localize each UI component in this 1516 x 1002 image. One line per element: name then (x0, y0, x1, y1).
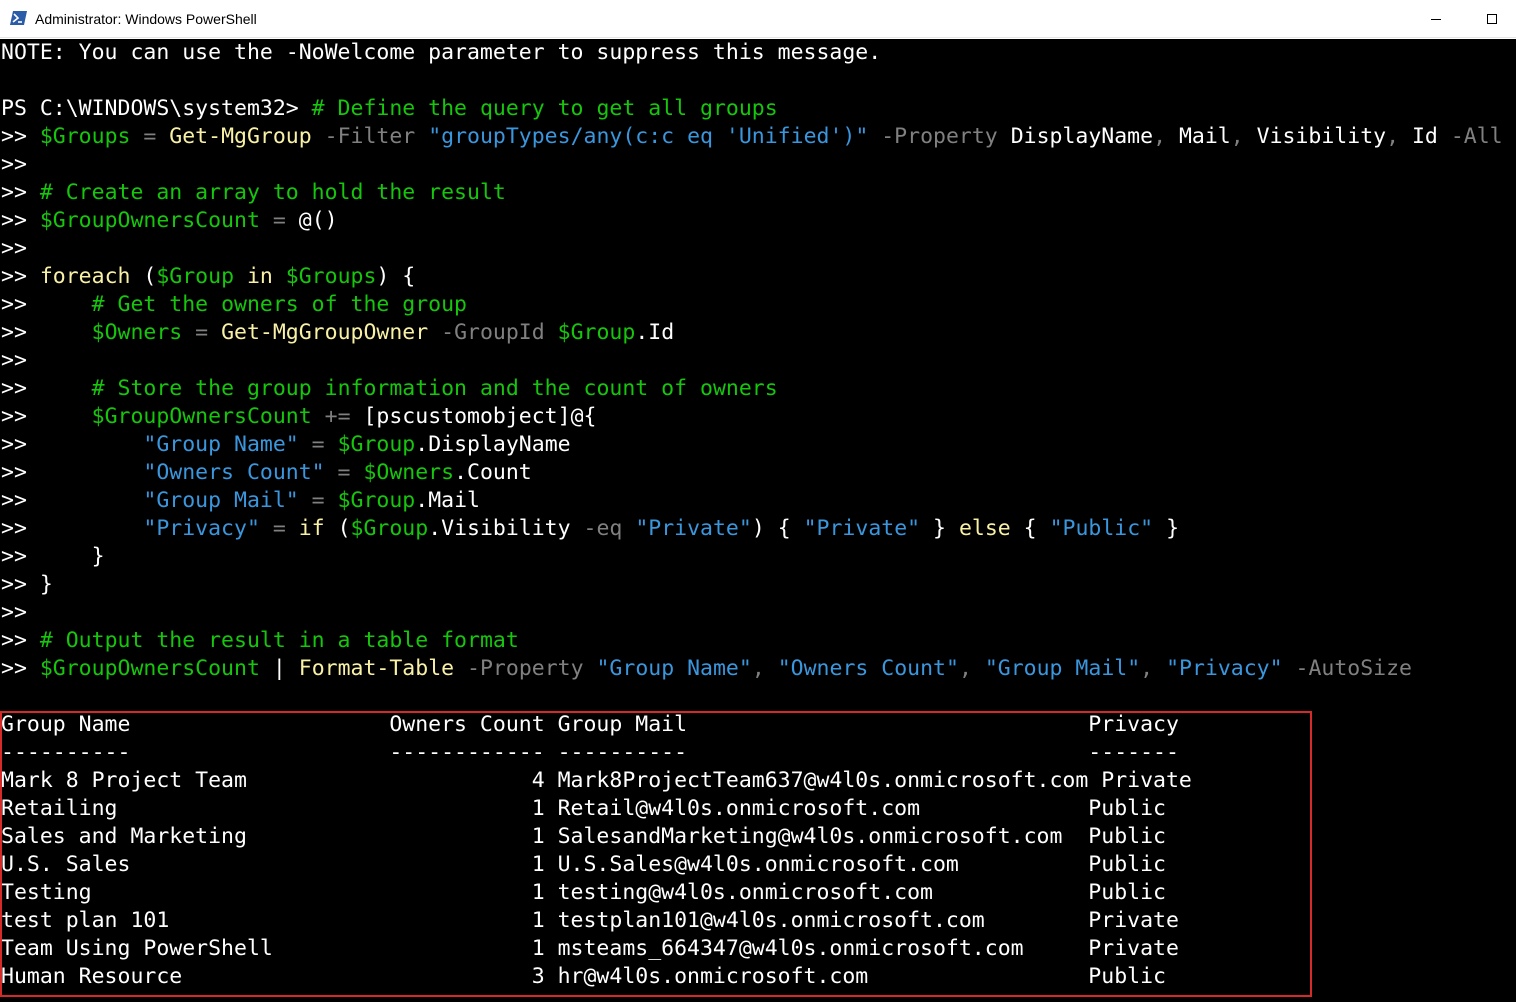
powershell-icon (10, 11, 27, 25)
code-line: >> "Group Name" = $Group.DisplayName (1, 432, 571, 457)
window-title: Administrator: Windows PowerShell (35, 11, 257, 27)
note-line: NOTE: You can use the -NoWelcome paramet… (1, 40, 882, 65)
code-line: >> "Group Mail" = $Group.Mail (1, 488, 480, 513)
code-line: >> } (1, 544, 105, 569)
powershell-window: Administrator: Windows PowerShell NOTE: … (0, 0, 1516, 1002)
code-line: >> (1, 348, 27, 373)
code-line: >> # Get the owners of the group (1, 292, 468, 317)
code-line: >> $GroupOwnersCount | Format-Table -Pro… (1, 656, 1413, 681)
code-line: >> # Store the group information and the… (1, 376, 778, 401)
code-line: >> $Groups = Get-MgGroup -Filter "groupT… (1, 124, 1503, 149)
code-line: >> (1, 236, 27, 261)
code-line: >> } (1, 572, 53, 597)
code-line: >> # Output the result in a table format (1, 628, 519, 653)
code-line: >> $GroupOwnersCount += [pscustomobject]… (1, 404, 597, 429)
console-output[interactable]: NOTE: You can use the -NoWelcome paramet… (0, 39, 1516, 1002)
minimize-button[interactable] (1408, 0, 1464, 38)
code-line: >> (1, 600, 27, 625)
code-line: >> $Owners = Get-MgGroupOwner -GroupId $… (1, 320, 675, 345)
code-line: >> # Create an array to hold the result (1, 180, 506, 205)
code-line: >> foreach ($Group in $Groups) { (1, 264, 416, 289)
code-line: PS C:\WINDOWS\system32> # Define the que… (1, 96, 778, 121)
code-line: >> (1, 152, 27, 177)
code-line: >> $GroupOwnersCount = @() (1, 208, 338, 233)
title-bar[interactable]: Administrator: Windows PowerShell (0, 0, 1516, 38)
highlight-box (0, 711, 1312, 997)
code-line: >> "Privacy" = if ($Group.Visibility -eq… (1, 516, 1180, 541)
code-line: >> "Owners Count" = $Owners.Count (1, 460, 532, 485)
minimize-icon (1431, 19, 1441, 20)
prompt: PS C:\WINDOWS\system32> (1, 96, 299, 121)
maximize-button[interactable] (1464, 0, 1516, 38)
maximize-icon (1487, 14, 1497, 24)
